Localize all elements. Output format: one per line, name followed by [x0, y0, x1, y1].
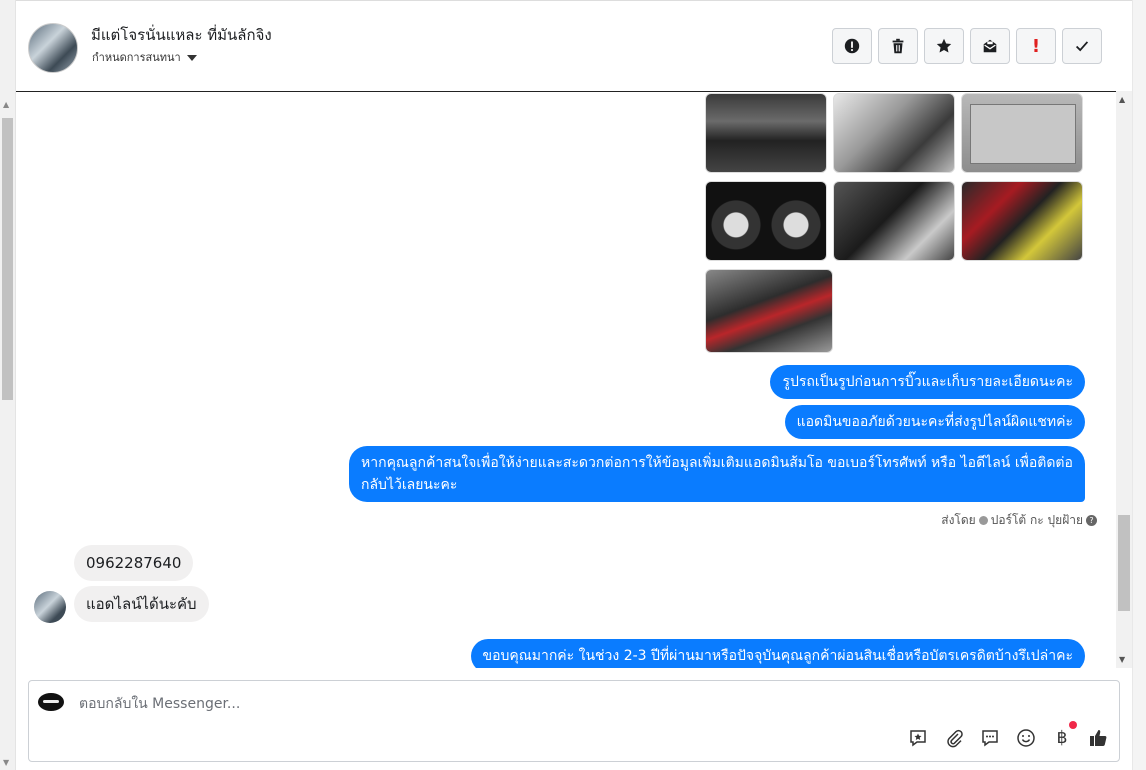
photo-car-interior-dashboard[interactable] — [705, 93, 827, 173]
smiley-icon — [1017, 729, 1035, 747]
saved-replies-button[interactable] — [907, 727, 929, 749]
delete-button[interactable] — [878, 28, 918, 64]
notification-dot — [1069, 721, 1077, 729]
emoji-button[interactable] — [1015, 727, 1037, 749]
reply-composer: ฿ — [28, 680, 1120, 762]
page-logo — [38, 693, 64, 711]
help-icon[interactable]: ? — [1086, 515, 1097, 526]
exclamation-icon: ! — [1031, 35, 1041, 57]
thread-scrollbar[interactable]: ▲ ▼ — [1116, 91, 1132, 668]
assign-conversation-dropdown[interactable]: กำหนดการสนทนา — [92, 48, 197, 66]
conversation-name[interactable]: มีแต่โจรนั่นแหละ ที่มันลักจิง — [91, 23, 272, 47]
baht-icon: ฿ — [1056, 728, 1068, 748]
assign-label: กำหนดการสนทนา — [92, 51, 181, 64]
messages-template-button[interactable] — [979, 727, 1001, 749]
right-edge-panel — [1132, 0, 1146, 770]
payment-button[interactable]: ฿ — [1051, 721, 1077, 749]
sent-by-prefix: ส่งโดย — [941, 513, 976, 527]
paperclip-icon — [947, 729, 963, 748]
page-scrollbar[interactable]: ▲ ▼ — [0, 0, 16, 770]
outgoing-message[interactable]: แอดมินขออภัยด้วยนะคะที่ส่งรูปไลน์ผิดแชทค… — [784, 405, 1085, 439]
saved-reply-star-bubble-icon — [910, 730, 926, 747]
star-icon — [936, 38, 952, 53]
sender-avatar[interactable] — [34, 591, 66, 623]
mark-unread-button[interactable] — [970, 28, 1010, 64]
scroll-thumb[interactable] — [2, 118, 13, 400]
composer-tools: ฿ — [907, 721, 1109, 749]
photo-engine-bay-detail[interactable] — [833, 181, 955, 261]
photo-car-seat-interior[interactable] — [833, 93, 955, 173]
outgoing-message[interactable]: ขอบคุณมากค่ะ ในช่วง 2-3 ปีที่ผ่านมาหรือป… — [470, 639, 1085, 668]
check-icon — [1075, 41, 1089, 52]
scroll-up-arrow[interactable]: ▲ — [3, 100, 9, 109]
photo-engine-overview[interactable] — [705, 269, 833, 353]
incoming-message[interactable]: 0962287640 — [74, 545, 194, 581]
exclamation-circle-icon — [844, 38, 860, 54]
message-thread[interactable]: รูปรถเป็นรูปก่อนการบิ๊วและเก็บรายละเอียด… — [16, 91, 1132, 668]
trash-icon — [892, 38, 904, 54]
thread-scroll-up[interactable]: ▲ — [1119, 95, 1125, 104]
attach-button[interactable] — [943, 727, 965, 749]
envelope-icon — [983, 39, 997, 53]
photo-vehicle-id-plate[interactable] — [961, 93, 1083, 173]
conversation-header: มีแต่โจรนั่นแหละ ที่มันลักจิง กำหนดการสน… — [16, 0, 1132, 92]
caret-down-icon — [186, 55, 197, 61]
scroll-down-arrow[interactable]: ▼ — [3, 758, 9, 767]
contact-avatar[interactable] — [28, 23, 78, 73]
chat-bubble-icon — [982, 730, 998, 747]
sent-by-label: ส่งโดย ปอร์โต้ กะ ปุยฝ้าย? — [941, 511, 1097, 530]
conversation-actions: ! — [832, 28, 1102, 64]
sent-by-name: ปอร์โต้ กะ ปุยฝ้าย — [990, 513, 1083, 527]
mark-done-button[interactable] — [1062, 28, 1102, 64]
thumbs-up-icon — [1090, 730, 1107, 746]
star-button[interactable] — [924, 28, 964, 64]
follow-up-button[interactable]: ! — [1016, 28, 1056, 64]
mark-spam-button[interactable] — [832, 28, 872, 64]
agent-avatar-icon — [978, 516, 988, 525]
like-button[interactable] — [1087, 727, 1109, 749]
outgoing-message[interactable]: หากคุณลูกค้าสนใจเพื่อให้ง่ายและสะดวกต่อก… — [349, 446, 1085, 502]
outgoing-message[interactable]: รูปรถเป็นรูปก่อนการบิ๊วและเก็บรายละเอียด… — [770, 365, 1085, 399]
id-plate-shape — [970, 104, 1076, 164]
incoming-message[interactable]: แอดไลน์ได้นะคับ — [74, 586, 209, 622]
photo-instrument-cluster[interactable] — [705, 181, 827, 261]
reply-input[interactable] — [77, 690, 881, 718]
thread-scroll-thumb[interactable] — [1118, 515, 1130, 611]
thread-scroll-down[interactable]: ▼ — [1119, 655, 1125, 664]
photo-engine-battery[interactable] — [961, 181, 1083, 261]
